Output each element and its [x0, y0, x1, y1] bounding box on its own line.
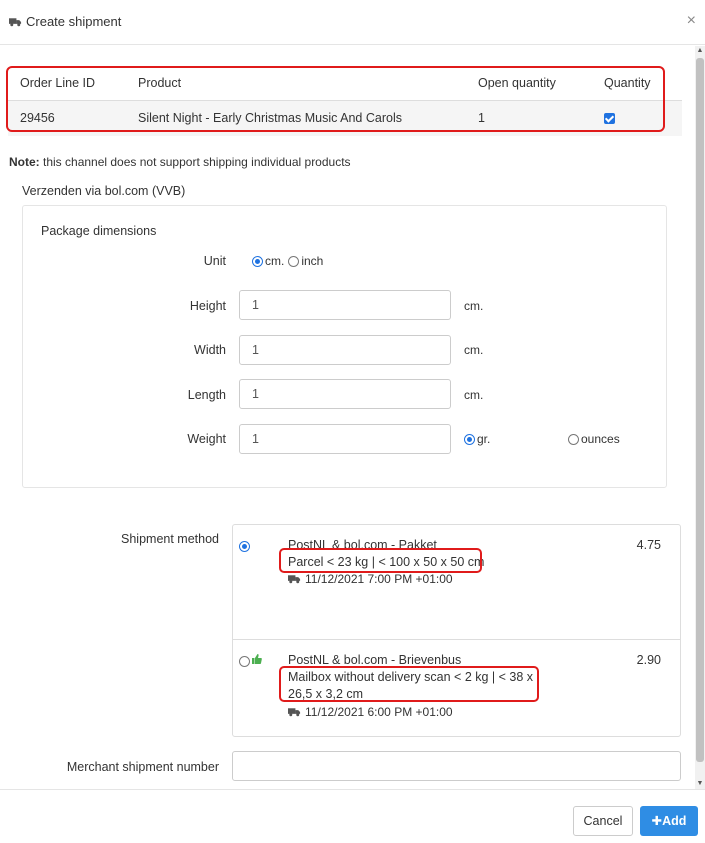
thumbs-up-icon — [252, 654, 262, 664]
width-input[interactable]: 1 — [239, 335, 451, 365]
delivery-date: 11/12/2021 6:00 PM +01:00 — [305, 705, 453, 719]
unit-cm-radio[interactable] — [252, 255, 263, 267]
merchant-shipment-number-label: Merchant shipment number — [66, 760, 219, 774]
unit-label: Unit — [203, 254, 226, 268]
weight-ounces-option: ounces — [568, 432, 620, 446]
unit-inch-radio[interactable] — [288, 255, 300, 267]
shipment-method-list: PostNL & bol.com - Pakket Parcel < 23 kg… — [232, 524, 681, 737]
close-icon[interactable]: × — [687, 12, 696, 30]
col-open-quantity: Open quantity — [466, 66, 592, 101]
weight-ounces-radio[interactable] — [568, 433, 579, 445]
unit-cm-label: cm. — [265, 254, 285, 268]
width-unit: cm. — [464, 343, 484, 357]
dialog-title: Create shipment — [9, 14, 121, 29]
note-text: this channel does not support shipping i… — [39, 155, 351, 169]
shipment-option-pakket[interactable]: PostNL & bol.com - Pakket Parcel < 23 kg… — [233, 525, 680, 640]
height-input[interactable]: 1 — [239, 290, 451, 320]
height-unit: cm. — [464, 299, 484, 313]
length-input[interactable]: 1 — [239, 379, 451, 409]
weight-label: Weight — [187, 432, 226, 446]
package-dimensions-panel: Package dimensions Unit cm. inch Height … — [22, 205, 667, 488]
plus-icon: ✚ — [651, 814, 663, 828]
merchant-shipment-number-input[interactable] — [232, 751, 681, 781]
scroll-down-arrow-icon[interactable]: ▼ — [696, 780, 704, 788]
dialog-title-text: Create shipment — [26, 14, 122, 29]
table-row: 29456 Silent Night - Early Christmas Mus… — [8, 100, 682, 136]
col-quantity: Quantity — [592, 66, 682, 101]
scroll-up-arrow-icon[interactable]: ▲ — [696, 47, 704, 55]
table-header-row: Order Line ID Product Open quantity Quan… — [8, 66, 682, 101]
width-label: Width — [194, 343, 226, 357]
shipment-option-name: PostNL & bol.com - Pakket — [288, 538, 437, 552]
length-label: Length — [187, 388, 226, 402]
truck-icon — [9, 17, 22, 26]
quantity-cell — [592, 100, 682, 136]
note-prefix: Note: — [9, 155, 40, 169]
shipment-option-radio[interactable] — [239, 656, 250, 667]
shipment-option-delivery: 11/12/2021 7:00 PM +01:00 — [288, 572, 453, 586]
channel-title: Verzenden via bol.com (VVB) — [22, 184, 186, 198]
shipment-option-price: 4.75 — [636, 538, 661, 552]
quantity-checkbox[interactable] — [604, 113, 615, 125]
col-order-line-id: Order Line ID — [8, 66, 126, 101]
open-quantity: 1 — [466, 100, 592, 136]
unit-inch-label: inch — [301, 254, 324, 268]
shipment-method-label: Shipment method — [121, 532, 219, 546]
cancel-button[interactable]: Cancel — [573, 806, 633, 836]
delivery-date: 11/12/2021 7:00 PM +01:00 — [305, 572, 453, 586]
shipment-option-delivery: 11/12/2021 6:00 PM +01:00 — [288, 705, 453, 719]
length-unit: cm. — [464, 388, 484, 402]
shipment-option-brievenbus[interactable]: PostNL & bol.com - Brievenbus Mailbox wi… — [233, 640, 680, 736]
shipment-option-price: 2.90 — [636, 653, 661, 667]
package-dimensions-title: Package dimensions — [41, 224, 157, 238]
add-button-label: Add — [662, 814, 687, 828]
dialog-body: Order Line ID Product Open quantity Quan… — [0, 46, 695, 789]
shipment-option-description: Parcel < 23 kg | < 100 x 50 x 50 cm — [288, 555, 485, 569]
dialog-header: Create shipment × — [0, 0, 705, 45]
weight-gr-label: gr. — [477, 432, 491, 446]
order-line-id: 29456 — [8, 100, 126, 136]
unit-radio-group: cm. inch — [252, 254, 323, 268]
dialog-footer: Cancel ✚Add — [0, 789, 705, 843]
weight-input[interactable]: 1 — [239, 424, 451, 454]
scrollbar[interactable]: ▲ ▼ — [695, 46, 705, 789]
product-name: Silent Night - Early Christmas Music And… — [126, 100, 466, 136]
weight-ounces-label: ounces — [581, 432, 620, 446]
add-button[interactable]: ✚Add — [640, 806, 698, 836]
scroll-thumb[interactable] — [696, 58, 704, 762]
weight-gr-option: gr. — [464, 432, 490, 446]
col-product: Product — [126, 66, 466, 101]
height-label: Height — [189, 299, 226, 313]
truck-icon — [288, 708, 301, 717]
channel-note: Note: this channel does not support ship… — [9, 155, 351, 169]
shipment-option-description: Mailbox without delivery scan < 2 kg | <… — [288, 670, 534, 701]
shipment-option-name: PostNL & bol.com - Brievenbus — [288, 653, 462, 667]
truck-icon — [288, 575, 301, 584]
order-lines-table: Order Line ID Product Open quantity Quan… — [8, 66, 682, 136]
weight-gr-radio[interactable] — [464, 433, 475, 445]
shipment-option-radio[interactable] — [239, 541, 250, 552]
